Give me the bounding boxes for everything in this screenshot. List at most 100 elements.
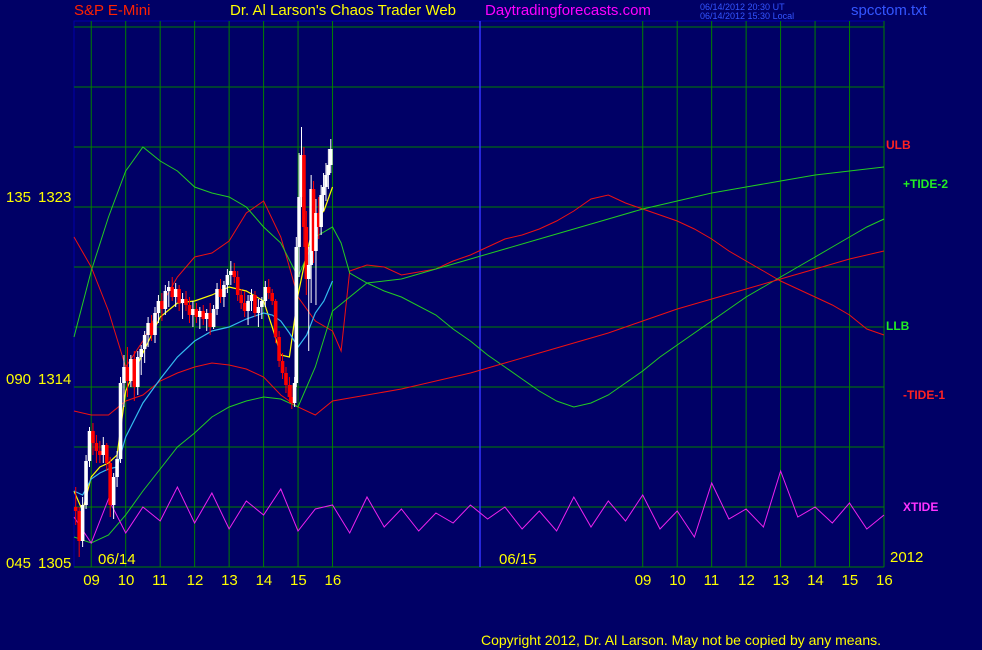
price-bar-body (94, 443, 99, 451)
site-label: Daytradingforecasts.com (485, 2, 651, 19)
price-bar-body (194, 309, 199, 317)
y-tick-label-left: 045 (6, 555, 32, 572)
price-bar-body (173, 289, 178, 297)
price-bar-body (170, 287, 175, 297)
hour-tick-label: 14 (255, 572, 273, 589)
price-bar-body (260, 301, 264, 307)
price-bar-body (135, 357, 140, 387)
price-bar-body (129, 359, 133, 381)
price-bar-body (184, 299, 188, 305)
price-bar-body (246, 301, 250, 311)
price-bar-body (249, 295, 254, 301)
price-bar-body (232, 271, 237, 277)
y-tick-label-left: 135 (6, 189, 32, 206)
price-bar-body (222, 285, 226, 297)
price-bar-body (156, 301, 161, 313)
year-label: 2012 (890, 549, 924, 566)
y-tick-label-right: 1305 (38, 555, 72, 572)
price-bar-body (242, 303, 247, 311)
hour-tick-label: 15 (841, 572, 859, 589)
tide2-label: +TIDE-2 (903, 177, 949, 191)
price-bar-body (256, 307, 261, 313)
price-bar-body (108, 463, 112, 505)
series-line--tide-2 (73, 166, 885, 544)
price-bar-body (253, 295, 257, 313)
price-bar-body (177, 289, 181, 303)
timestamp-local: 06/14/2012 15:30 Local (700, 11, 795, 21)
price-bar-body (211, 309, 216, 327)
llb-label: LLB (886, 319, 910, 333)
price-bar-body (104, 445, 109, 463)
xtide-label: XTIDE (903, 500, 939, 514)
hour-tick-label: 14 (807, 572, 824, 589)
hour-tick-label: 16 (876, 572, 893, 589)
hour-tick-label: 16 (324, 572, 342, 589)
price-bar-body (122, 367, 126, 383)
hour-tick-label: 12 (738, 572, 755, 589)
price-bar-body (115, 459, 119, 477)
price-bar-body (91, 431, 95, 443)
price-bar-body (118, 383, 123, 459)
day-label: 06/15 (499, 551, 537, 568)
price-bar-body (321, 187, 326, 195)
hour-tick-label: 10 (117, 572, 135, 589)
price-bar-body (235, 277, 240, 295)
price-bars (73, 127, 333, 557)
price-bar-body (263, 287, 268, 301)
hour-tick-label: 09 (634, 572, 652, 589)
hour-tick-label: 13 (221, 572, 238, 589)
price-bar-body (294, 247, 299, 383)
price-bar-body (153, 313, 157, 335)
hour-tick-label: 09 (83, 572, 100, 589)
series-line-ulb (73, 194, 885, 369)
price-bar-body (204, 313, 209, 319)
price-bar-body (284, 373, 288, 385)
filename-label: spcctom.txt (851, 2, 927, 19)
series-line-ma-fast (73, 186, 334, 513)
price-bar-body (84, 461, 88, 505)
price-bar-body (98, 451, 102, 455)
price-bar-body (111, 477, 116, 505)
price-bar-body (149, 323, 154, 335)
price-bar-body (326, 165, 331, 175)
price-bar-body (287, 385, 292, 397)
price-bar-body (277, 337, 281, 361)
price-bar-body (225, 275, 230, 285)
ulb-label: ULB (886, 138, 911, 152)
symbol-label: S&P E-Mini (74, 2, 151, 19)
chart-title: Dr. Al Larson's Chaos Trader Web (230, 2, 457, 19)
price-bar-body (139, 349, 144, 357)
price-bar-body (306, 265, 311, 279)
price-bar-body (125, 367, 130, 381)
price-bar-body (239, 295, 243, 303)
price-bar-body (215, 289, 219, 309)
price-bar-body (302, 155, 306, 227)
y-tick-label-left: 090 (6, 371, 32, 388)
price-bar-body (166, 287, 171, 291)
hour-tick-label: 13 (772, 572, 790, 589)
hour-tick-label: 11 (703, 572, 720, 589)
price-bar-body (146, 323, 150, 335)
hour-tick-label: 11 (152, 572, 168, 589)
plot-frame (73, 20, 885, 568)
grid-lines (74, 21, 885, 568)
price-bar-body (101, 445, 106, 455)
price-bar-body (229, 271, 233, 275)
price-bar-body (218, 289, 223, 297)
price-bar-body (160, 301, 164, 309)
copyright: Copyright 2012, Dr. Al Larson. May not b… (481, 632, 882, 648)
price-bar-body (266, 287, 271, 293)
price-bar-body (328, 149, 333, 165)
price-bar-body (208, 313, 212, 327)
indicator-series (73, 146, 885, 545)
price-bar-body (142, 335, 147, 349)
price-bar-body (73, 507, 78, 511)
price-bar-body (297, 197, 301, 247)
price-bar-body (273, 301, 278, 337)
price-bar-body (77, 511, 81, 541)
hour-tick-label: 15 (290, 572, 307, 589)
y-tick-label-right: 1323 (38, 189, 72, 206)
hour-tick-label: 10 (669, 572, 686, 589)
price-bar-body (132, 359, 137, 387)
price-bar-body (324, 175, 328, 187)
